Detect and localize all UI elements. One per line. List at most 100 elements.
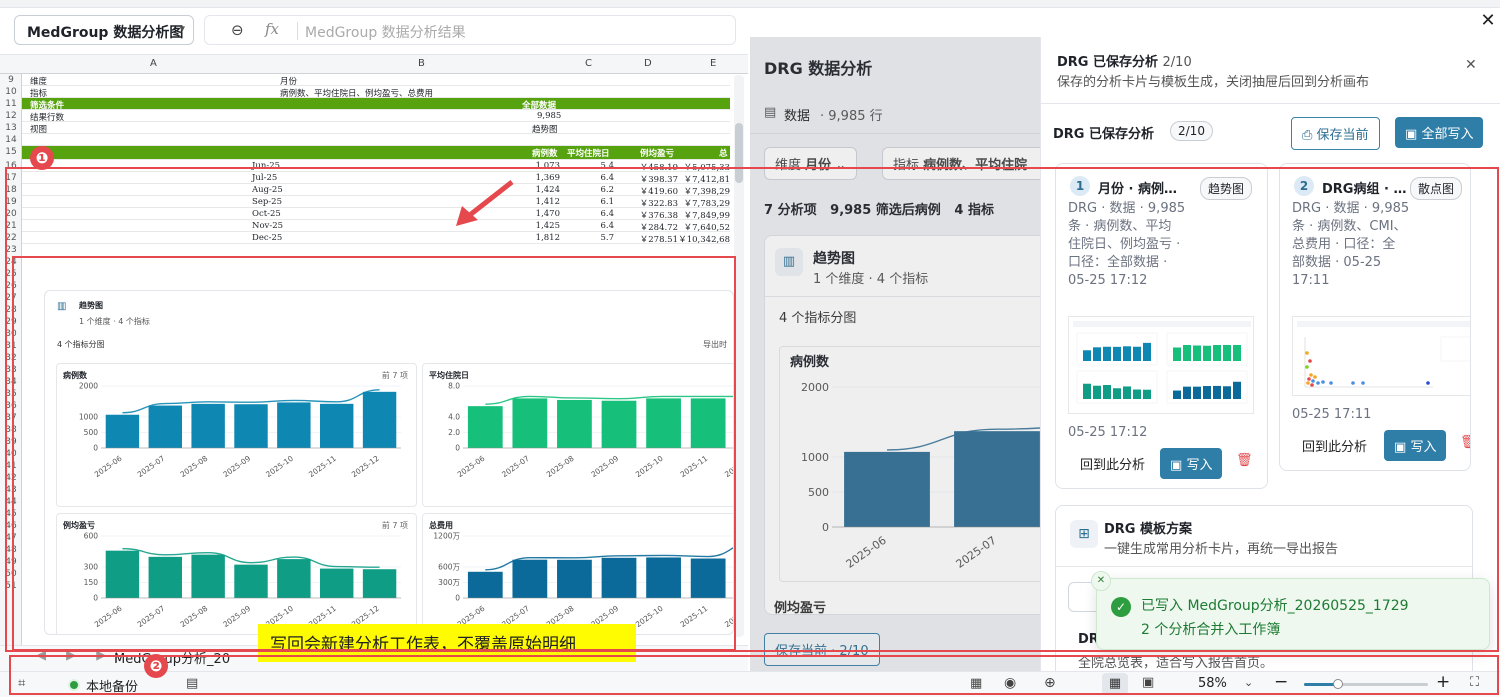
backup-label[interactable]: 本地备份 — [86, 676, 138, 695]
vertical-scrollbar[interactable] — [734, 75, 744, 637]
row-number[interactable]: 15 — [0, 147, 22, 157]
zoom-slider[interactable] — [1304, 679, 1428, 689]
table-cell[interactable]: 6.1 — [600, 197, 614, 207]
row-number[interactable]: 17 — [0, 173, 22, 183]
embed-export-link[interactable]: 导出时 — [703, 339, 727, 350]
table-cell[interactable]: 1,412 — [536, 197, 560, 207]
saved-card-1[interactable]: 1 月份 · 病例… 趋势图 DRG · 数据 · 9,985 条 · 病例数、平… — [1055, 163, 1268, 489]
hdr-c[interactable]: 平均住院日 — [567, 147, 610, 159]
write-button[interactable]: ▣ 写入 — [1160, 448, 1223, 479]
row-number[interactable]: 39 — [0, 437, 22, 447]
sidebar-toggle-icon[interactable]: ▤ — [186, 676, 198, 691]
hdr-e[interactable]: 总 — [719, 147, 728, 159]
zoom-icon[interactable]: ⊖ — [231, 21, 244, 39]
hdr-d[interactable]: 例均盈亏 — [640, 147, 674, 159]
scroll-thumb[interactable] — [735, 123, 743, 183]
overlay-mask[interactable] — [750, 37, 1040, 671]
row-number[interactable]: 22 — [0, 233, 22, 243]
row-number[interactable]: 51 — [0, 581, 22, 591]
row-number[interactable]: 40 — [0, 449, 22, 459]
row-number[interactable]: 49 — [0, 557, 22, 567]
table-cell[interactable]: Dec-25 — [252, 233, 282, 243]
window-close-icon[interactable]: ✕ — [1476, 10, 1500, 32]
table-cell[interactable]: Jun-25 — [252, 161, 280, 171]
row-number[interactable]: 21 — [0, 221, 22, 231]
target-icon[interactable]: ⊕ — [1044, 675, 1056, 691]
hdr-b[interactable]: 病例数 — [532, 147, 558, 159]
row-number[interactable]: 32 — [0, 353, 22, 363]
row-number[interactable]: 45 — [0, 509, 22, 519]
col-e[interactable]: E — [710, 58, 716, 69]
row-number[interactable]: 48 — [0, 545, 22, 555]
table-cell[interactable]: 1,812 — [536, 233, 560, 243]
row-number[interactable]: 35 — [0, 389, 22, 399]
col-a[interactable]: A — [150, 58, 157, 69]
row-number[interactable]: 18 — [0, 185, 22, 195]
row-number[interactable]: 33 — [0, 365, 22, 375]
card-thumbnail[interactable] — [1068, 316, 1254, 414]
table-cell[interactable]: 6.2 — [600, 185, 614, 195]
table-cell[interactable]: Aug-25 — [252, 185, 283, 195]
fullscreen-icon[interactable]: ⛶ — [1470, 675, 1479, 690]
zoom-in-icon[interactable]: + — [1436, 672, 1450, 692]
formula-bar[interactable]: ⊖ fx MedGroup 数据分析结果 — [204, 15, 736, 45]
row-number[interactable]: 25 — [0, 269, 22, 279]
page-view-icon[interactable]: ▣ — [1142, 675, 1154, 690]
row-number[interactable]: 12 — [0, 111, 22, 121]
row-number[interactable]: 24 — [0, 257, 22, 267]
card-thumbnail[interactable] — [1292, 316, 1470, 396]
row-number[interactable]: 9 — [0, 75, 22, 85]
normal-view-icon[interactable]: ▦ — [1102, 673, 1128, 695]
row-number[interactable]: 29 — [0, 317, 22, 327]
row-number[interactable]: 47 — [0, 533, 22, 543]
table-cell[interactable]: ￥278.51 — [640, 233, 678, 245]
row-number[interactable]: 23 — [0, 245, 22, 255]
col-b[interactable]: B — [418, 58, 425, 69]
row-number[interactable]: 37 — [0, 413, 22, 423]
row-number[interactable]: 42 — [0, 473, 22, 483]
row-number[interactable]: 28 — [0, 305, 22, 315]
table-settings-icon[interactable]: ▦ — [970, 676, 982, 691]
row-number[interactable]: 44 — [0, 497, 22, 507]
row-number[interactable]: 43 — [0, 485, 22, 495]
zoom-level[interactable]: 58% — [1198, 676, 1227, 691]
toast-close-icon[interactable]: ✕ — [1091, 571, 1111, 591]
row-number[interactable]: 41 — [0, 461, 22, 471]
table-cell[interactable]: Nov-25 — [252, 221, 283, 231]
macro-icon[interactable]: ⌗ — [18, 676, 25, 691]
table-cell[interactable]: Jul-25 — [252, 173, 277, 183]
row-number[interactable]: 30 — [0, 329, 22, 339]
row-number[interactable]: 13 — [0, 123, 22, 133]
zoom-out-icon[interactable]: − — [1274, 672, 1288, 692]
back-to-analysis-button[interactable]: 回到此分析 — [1080, 454, 1145, 473]
row-number[interactable]: 26 — [0, 281, 22, 291]
row-number[interactable]: 19 — [0, 197, 22, 207]
row-number[interactable]: 31 — [0, 341, 22, 351]
back-to-analysis-button[interactable]: 回到此分析 — [1302, 436, 1367, 455]
table-cell[interactable]: 1,424 — [536, 185, 560, 195]
row-number[interactable]: 36 — [0, 401, 22, 411]
table-cell[interactable]: Oct-25 — [252, 209, 281, 219]
row-number[interactable]: 11 — [0, 99, 22, 109]
table-cell[interactable]: Sep-25 — [252, 197, 282, 207]
chevron-down-icon[interactable]: ⌄ — [1244, 676, 1253, 689]
zoom-slider-thumb[interactable] — [1333, 679, 1343, 689]
table-cell[interactable]: 6.4 — [600, 209, 614, 219]
table-cell[interactable]: 1,425 — [536, 221, 560, 231]
table-cell[interactable]: 5.4 — [600, 161, 614, 171]
embedded-chart-panel[interactable]: ▥ 趋势图 1 个维度 · 4 个指标 4 个指标分图 导出时 病例数前 7 项… — [44, 290, 734, 635]
row-number[interactable]: 34 — [0, 377, 22, 387]
table-cell[interactable]: 5.7 — [600, 233, 614, 243]
row-number[interactable]: 50 — [0, 569, 22, 579]
save-current-button[interactable]: ⎙ 保存当前 — [1291, 117, 1380, 150]
table-cell[interactable]: 1,470 — [536, 209, 560, 219]
row-number[interactable]: 20 — [0, 209, 22, 219]
row-number[interactable]: 38 — [0, 425, 22, 435]
row-number[interactable]: 27 — [0, 293, 22, 303]
drawer-close-icon[interactable]: ✕ — [1465, 57, 1477, 73]
table-cell[interactable]: 1,369 — [536, 173, 560, 183]
name-box[interactable]: MedGroup 数据分析图 ▾ — [14, 15, 194, 45]
table-cell[interactable]: 1,073 — [536, 161, 560, 171]
delete-icon[interactable]: 🗑 — [1236, 453, 1253, 468]
row-number[interactable]: 10 — [0, 87, 22, 97]
